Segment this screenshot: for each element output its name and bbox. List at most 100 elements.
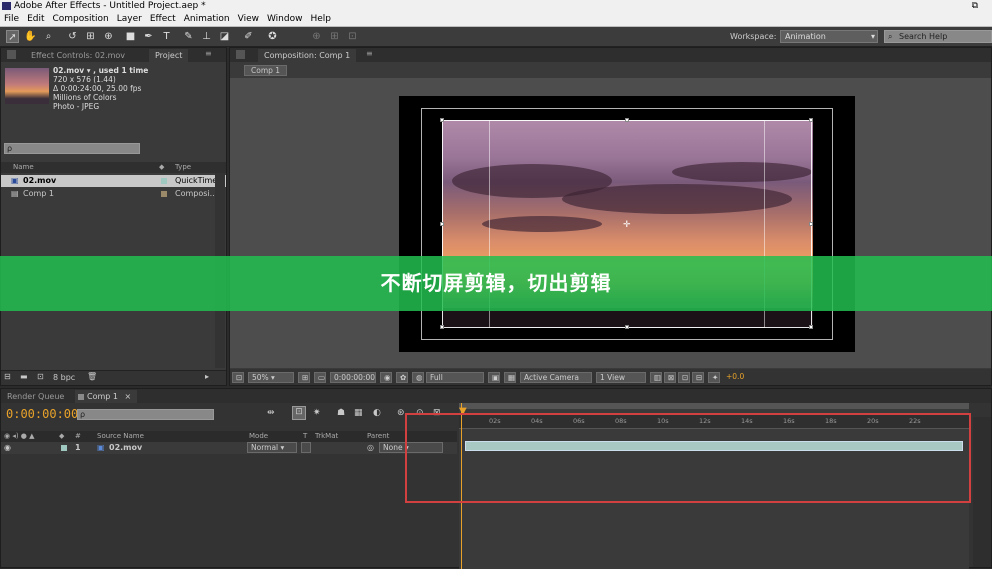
view-layout-select[interactable]: 1 View <box>596 372 646 383</box>
tab-project[interactable]: Project <box>149 49 189 62</box>
preserve-transparency-toggle[interactable] <box>301 442 311 453</box>
restore-window-button[interactable]: ⧉ <box>972 0 978 12</box>
eraser-tool-icon[interactable]: ◪ <box>218 30 231 43</box>
draft-3d-icon[interactable]: ✷ <box>313 408 321 418</box>
project-item[interactable]: ▣ 02.mov QuickTime <box>1 175 226 187</box>
text-tool-icon[interactable]: T <box>160 30 173 43</box>
menu-composition[interactable]: Composition <box>49 12 113 27</box>
new-folder-icon[interactable]: ▬ <box>20 372 28 381</box>
world-axis-icon[interactable]: ⊞ <box>328 30 341 43</box>
clone-stamp-tool-icon[interactable]: ⊥ <box>200 30 213 43</box>
column-t[interactable]: T <box>303 431 307 442</box>
column-trkmat[interactable]: TrkMat <box>315 431 338 442</box>
panel-menu-icon[interactable] <box>7 50 16 59</box>
visibility-eye-icon[interactable]: ◉ <box>4 442 11 454</box>
rotate-tool-icon[interactable]: ↺ <box>66 30 79 43</box>
magnification-select[interactable]: 50% ▾ <box>248 372 294 383</box>
anchor-point-icon[interactable]: ✛ <box>623 220 631 230</box>
tab-effect-controls[interactable]: Effect Controls: 02.mov <box>25 49 131 62</box>
pixel-aspect-icon[interactable]: ▥ <box>650 372 662 383</box>
workspace-select[interactable]: Animation ▾ <box>780 30 878 43</box>
layer-source-name[interactable]: 02.mov <box>109 442 142 454</box>
trash-icon[interactable]: 🗑 <box>87 372 97 381</box>
layer-label-swatch[interactable] <box>61 445 67 451</box>
composition-viewer[interactable]: ✛ <box>230 78 991 368</box>
pan-behind-tool-icon[interactable]: ⊕ <box>102 30 115 43</box>
interpret-footage-icon[interactable]: ⊟ <box>4 372 11 381</box>
fast-preview-icon[interactable]: ⊠ <box>664 372 676 383</box>
transform-handle[interactable] <box>440 325 444 329</box>
column-source-name[interactable]: Source Name <box>97 431 144 442</box>
selection-tool-icon[interactable]: ➚ <box>6 30 19 43</box>
color-depth-label[interactable]: 8 bpc <box>53 373 75 382</box>
search-help-input[interactable]: ⌕ Search Help <box>884 30 992 43</box>
column-type[interactable]: Type <box>175 162 191 173</box>
transform-handle[interactable] <box>809 118 813 122</box>
menu-window[interactable]: Window <box>263 12 307 27</box>
parent-pickwhip-icon[interactable]: ◎ <box>367 442 374 454</box>
comp-flowchart-tab[interactable]: Comp 1 <box>244 65 288 76</box>
reset-exposure-icon[interactable]: ✦ <box>708 372 720 383</box>
blend-mode-select[interactable]: Normal ▾ <box>247 442 297 453</box>
label-column-icon[interactable]: ◆ <box>159 162 164 173</box>
transform-handle[interactable] <box>625 325 629 329</box>
work-area-bar[interactable] <box>459 403 969 409</box>
column-mode[interactable]: Mode <box>249 431 268 442</box>
transform-handle[interactable] <box>809 222 813 226</box>
tab-comp-1[interactable]: Comp 1 × <box>75 390 138 403</box>
label-column-icon[interactable]: ◆ <box>59 431 64 442</box>
timeline-search-input[interactable]: ρ <box>77 409 214 420</box>
timeline-icon[interactable]: ⊡ <box>678 372 690 383</box>
menu-layer[interactable]: Layer <box>113 12 146 27</box>
column-parent[interactable]: Parent <box>367 431 389 442</box>
comp-mini-flowchart-icon[interactable]: ⇹ <box>267 408 275 418</box>
timeline-zoom-strip[interactable] <box>973 417 991 567</box>
menu-effect[interactable]: Effect <box>146 12 180 27</box>
label-color-swatch[interactable] <box>161 191 167 197</box>
column-number[interactable]: # <box>75 431 81 442</box>
pen-tool-icon[interactable]: ✒ <box>142 30 155 43</box>
snapshot-icon[interactable]: ◉ <box>380 372 392 383</box>
puppet-pin-tool-icon[interactable]: ✪ <box>266 30 279 43</box>
menu-file[interactable]: File <box>0 12 23 27</box>
transparency-grid-icon[interactable]: ▦ <box>504 372 516 383</box>
label-color-swatch[interactable] <box>161 178 167 184</box>
panel-menu-icon[interactable] <box>236 50 245 59</box>
mask-visibility-icon[interactable]: ▭ <box>314 372 326 383</box>
brainstorm-icon[interactable]: ⊛ <box>397 408 405 418</box>
close-icon[interactable]: × <box>125 392 132 401</box>
always-preview-icon[interactable]: ⊡ <box>232 372 244 383</box>
current-time-field[interactable]: 0:00:00:00 <box>330 372 376 383</box>
frame-blending-icon[interactable]: ▦ <box>354 408 363 418</box>
transform-handle[interactable] <box>625 118 629 122</box>
tab-render-queue[interactable]: Render Queue <box>1 390 70 403</box>
timeline-current-time[interactable]: 0:00:00:00 <box>6 407 78 421</box>
menu-view[interactable]: View <box>234 12 263 27</box>
project-item[interactable]: ▤ Comp 1 Composi... <box>1 188 226 200</box>
hand-tool-icon[interactable]: ✋ <box>24 30 37 43</box>
color-channel-icon[interactable]: ◍ <box>412 372 424 383</box>
menu-edit[interactable]: Edit <box>23 12 48 27</box>
layer-row[interactable]: ◉ 1 ▣ 02.mov Normal ▾ ◎ None ▾ <box>1 442 457 454</box>
tab-composition[interactable]: Composition: Comp 1 <box>258 49 357 62</box>
menu-animation[interactable]: Animation <box>180 12 234 27</box>
roto-brush-tool-icon[interactable]: ✐ <box>242 30 255 43</box>
project-search-input[interactable]: ρ <box>4 143 140 154</box>
hide-shy-layers-icon[interactable]: ☗ <box>337 408 345 418</box>
column-name[interactable]: Name <box>13 162 34 173</box>
motion-blur-icon[interactable]: ◐ <box>373 408 381 418</box>
show-channel-icon[interactable]: ✿ <box>396 372 408 383</box>
camera-view-select[interactable]: Active Camera <box>520 372 592 383</box>
panel-options-icon[interactable]: ≡ <box>366 49 373 58</box>
live-update-icon[interactable]: ⊡ <box>292 406 306 420</box>
new-composition-icon[interactable]: ⊡ <box>37 372 44 381</box>
view-axis-icon[interactable]: ⊡ <box>346 30 359 43</box>
transform-handle[interactable] <box>809 325 813 329</box>
grid-toggle-icon[interactable]: ⊞ <box>298 372 310 383</box>
zoom-tool-icon[interactable]: ⌕ <box>42 30 55 43</box>
transform-handle[interactable] <box>440 222 444 226</box>
exposure-value[interactable]: +0.0 <box>726 372 744 381</box>
axis-mode-icon[interactable]: ⊕ <box>310 30 323 43</box>
region-of-interest-icon[interactable]: ▣ <box>488 372 500 383</box>
flowchart-icon[interactable]: ⊟ <box>692 372 704 383</box>
